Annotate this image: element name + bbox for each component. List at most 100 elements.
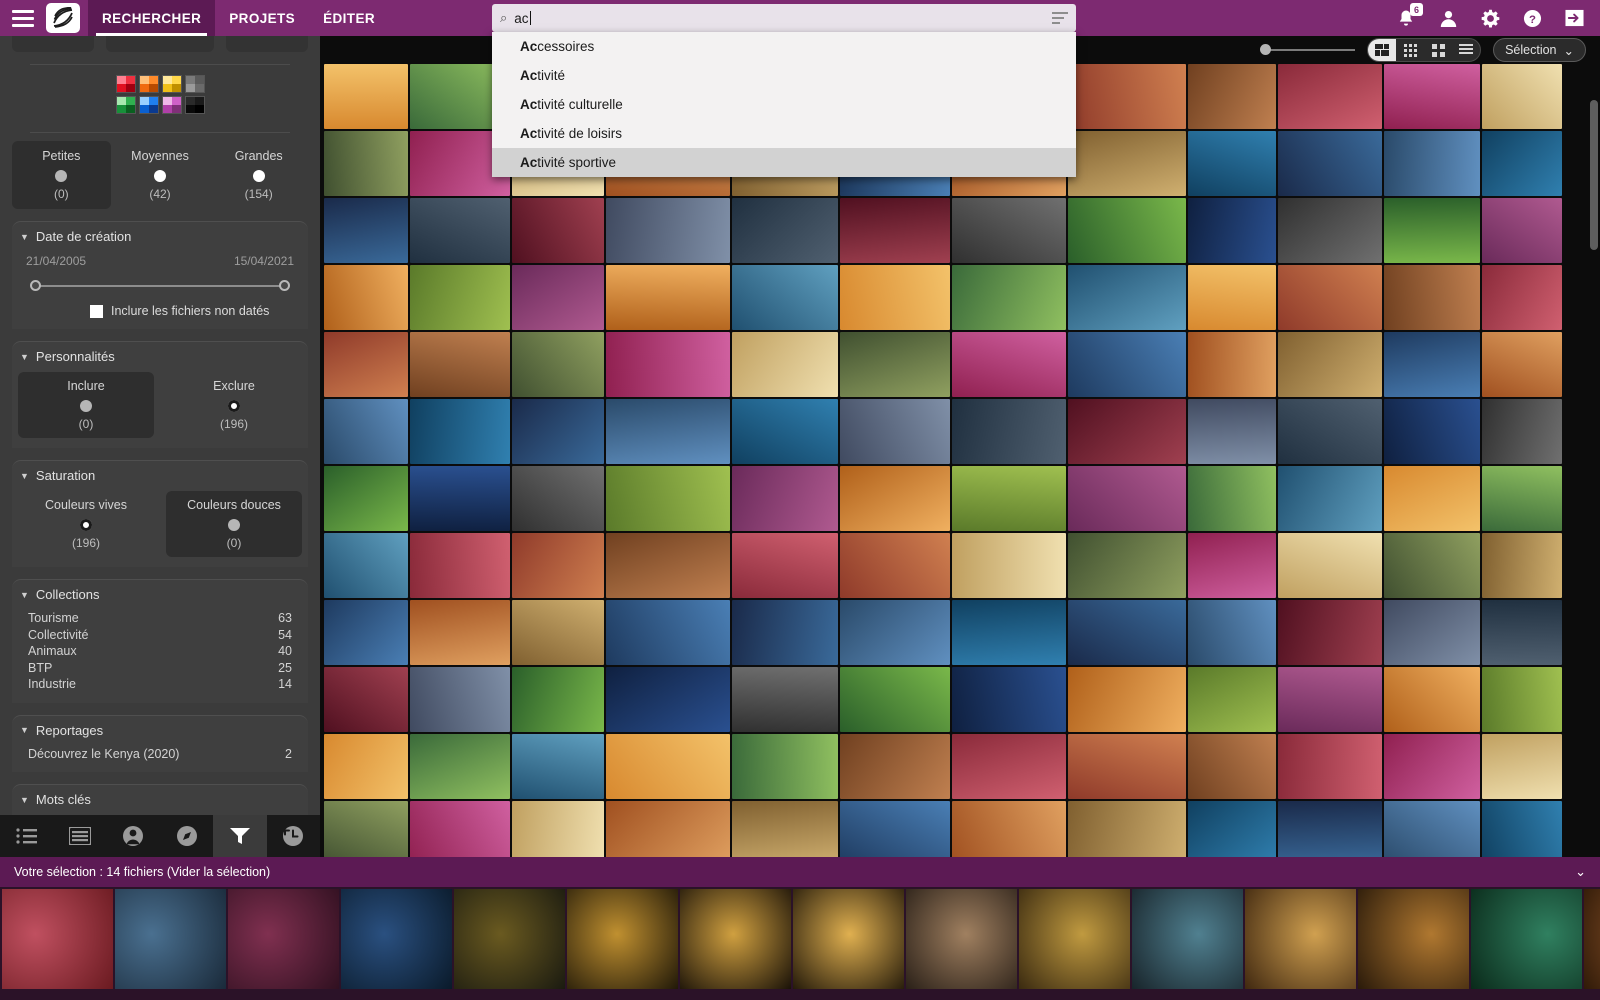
photo-thumbnail[interactable] <box>952 466 1066 531</box>
clear-selection-link[interactable]: (Vider la sélection) <box>167 865 270 879</box>
photo-thumbnail[interactable] <box>840 265 950 330</box>
photo-thumbnail[interactable] <box>606 198 730 263</box>
saturation-option-vives[interactable]: Couleurs vives (196) <box>18 491 154 557</box>
photo-thumbnail[interactable] <box>840 600 950 665</box>
photo-thumbnail[interactable] <box>840 801 950 857</box>
photo-thumbnail[interactable] <box>1384 600 1480 665</box>
photo-thumbnail[interactable] <box>1384 198 1480 263</box>
section-header-date[interactable]: ▼ Date de création <box>12 229 308 248</box>
photo-thumbnail[interactable] <box>1188 131 1276 196</box>
saturation-option-douces[interactable]: Couleurs douces (0) <box>166 491 302 557</box>
photo-thumbnail[interactable] <box>324 801 408 857</box>
filmstrip-thumbnail[interactable] <box>680 889 791 989</box>
photo-thumbnail[interactable] <box>606 399 730 464</box>
photo-thumbnail[interactable] <box>1482 466 1562 531</box>
photo-thumbnail[interactable] <box>732 801 838 857</box>
photo-thumbnail[interactable] <box>512 801 604 857</box>
tab-projets[interactable]: PROJETS <box>215 0 309 36</box>
photo-thumbnail[interactable] <box>952 801 1066 857</box>
logout-icon[interactable] <box>1562 6 1586 30</box>
photo-thumbnail[interactable] <box>512 399 604 464</box>
photo-thumbnail[interactable] <box>1278 466 1382 531</box>
small-grid-view-icon[interactable] <box>1396 39 1424 61</box>
chevron-down-icon[interactable]: ⌄ <box>1575 864 1586 880</box>
photo-thumbnail[interactable] <box>1068 801 1186 857</box>
photo-thumbnail[interactable] <box>606 600 730 665</box>
section-header-personnalites[interactable]: ▼ Personnalités <box>12 349 308 368</box>
date-slider-handle-left[interactable] <box>30 280 41 291</box>
photo-thumbnail[interactable] <box>732 533 838 598</box>
photo-thumbnail[interactable] <box>512 332 604 397</box>
filmstrip-thumbnail[interactable] <box>228 889 339 989</box>
photo-thumbnail[interactable] <box>1068 399 1186 464</box>
filmstrip-thumbnail[interactable] <box>1245 889 1356 989</box>
photo-thumbnail[interactable] <box>1482 801 1562 857</box>
funnel-filter-icon[interactable] <box>213 815 267 857</box>
color-swatch-grayscale[interactable] <box>184 75 205 93</box>
filmstrip-thumbnail[interactable] <box>1132 889 1243 989</box>
ordered-list-icon[interactable] <box>0 815 53 857</box>
settings-gear-icon[interactable] <box>1478 6 1502 30</box>
color-swatch-green[interactable] <box>115 96 136 114</box>
search-suggestion-item[interactable]: Ac cessoires <box>492 32 1076 61</box>
photo-thumbnail[interactable] <box>1278 600 1382 665</box>
size-radio-moyennes[interactable] <box>154 170 166 182</box>
hamburger-icon[interactable] <box>0 0 46 36</box>
photo-thumbnail[interactable] <box>324 533 408 598</box>
photo-thumbnail[interactable] <box>1188 734 1276 799</box>
facet-row[interactable]: Animaux 40 <box>24 643 300 660</box>
photo-thumbnail[interactable] <box>1068 198 1186 263</box>
photo-thumbnail[interactable] <box>512 734 604 799</box>
photo-thumbnail[interactable] <box>1188 466 1276 531</box>
photo-thumbnail[interactable] <box>1384 734 1480 799</box>
photo-thumbnail[interactable] <box>1384 131 1480 196</box>
photo-thumbnail[interactable] <box>840 332 950 397</box>
photo-thumbnail[interactable] <box>410 332 510 397</box>
date-slider-handle-right[interactable] <box>279 280 290 291</box>
photo-thumbnail[interactable] <box>324 64 408 129</box>
photo-thumbnail[interactable] <box>1384 332 1480 397</box>
help-question-icon[interactable]: ? <box>1520 6 1544 30</box>
photo-thumbnail[interactable] <box>512 533 604 598</box>
photo-thumbnail[interactable] <box>606 667 730 732</box>
saturation-radio-vives[interactable] <box>80 519 92 531</box>
photo-thumbnail[interactable] <box>1278 667 1382 732</box>
photo-thumbnail[interactable] <box>512 198 604 263</box>
photo-thumbnail[interactable] <box>606 801 730 857</box>
photo-thumbnail[interactable] <box>1068 64 1186 129</box>
photo-thumbnail[interactable] <box>1188 399 1276 464</box>
photo-thumbnail[interactable] <box>512 265 604 330</box>
tab-rechercher[interactable]: RECHERCHER <box>88 0 216 36</box>
results-scrollbar[interactable] <box>1590 66 1598 853</box>
user-account-icon[interactable] <box>1436 6 1460 30</box>
photo-thumbnail[interactable] <box>1188 600 1276 665</box>
photo-thumbnail[interactable] <box>512 600 604 665</box>
photo-thumbnail[interactable] <box>1068 667 1186 732</box>
selection-dropdown[interactable]: Sélection ⌄ <box>1493 38 1586 62</box>
photo-thumbnail[interactable] <box>1188 265 1276 330</box>
photo-thumbnail[interactable] <box>1068 265 1186 330</box>
photo-thumbnail[interactable] <box>606 734 730 799</box>
facet-row[interactable]: Industrie 14 <box>24 676 300 693</box>
photo-thumbnail[interactable] <box>952 332 1066 397</box>
photo-thumbnail[interactable] <box>324 600 408 665</box>
include-undated-checkbox[interactable] <box>90 304 103 318</box>
personalities-option-exclure[interactable]: Exclure (196) <box>166 372 302 438</box>
size-option-petites[interactable]: Petites (0) <box>12 141 111 209</box>
photo-thumbnail[interactable] <box>1482 399 1562 464</box>
search-input[interactable]: ⌕ ac <box>492 4 1076 32</box>
photo-thumbnail[interactable] <box>410 801 510 857</box>
personalities-option-inclure[interactable]: Inclure (0) <box>18 372 154 438</box>
personalities-radio-exclure[interactable] <box>228 400 240 412</box>
photo-thumbnail[interactable] <box>1068 533 1186 598</box>
filmstrip-thumbnail[interactable] <box>906 889 1017 989</box>
photo-thumbnail[interactable] <box>1188 667 1276 732</box>
color-swatch-orange[interactable] <box>138 75 159 93</box>
photo-thumbnail[interactable] <box>840 533 950 598</box>
photo-thumbnail[interactable] <box>1384 667 1480 732</box>
photo-thumbnail[interactable] <box>1068 466 1186 531</box>
filmstrip-thumbnail[interactable] <box>2 889 113 989</box>
saturation-radio-douces[interactable] <box>228 519 240 531</box>
photo-thumbnail[interactable] <box>952 734 1066 799</box>
photo-thumbnail[interactable] <box>732 399 838 464</box>
